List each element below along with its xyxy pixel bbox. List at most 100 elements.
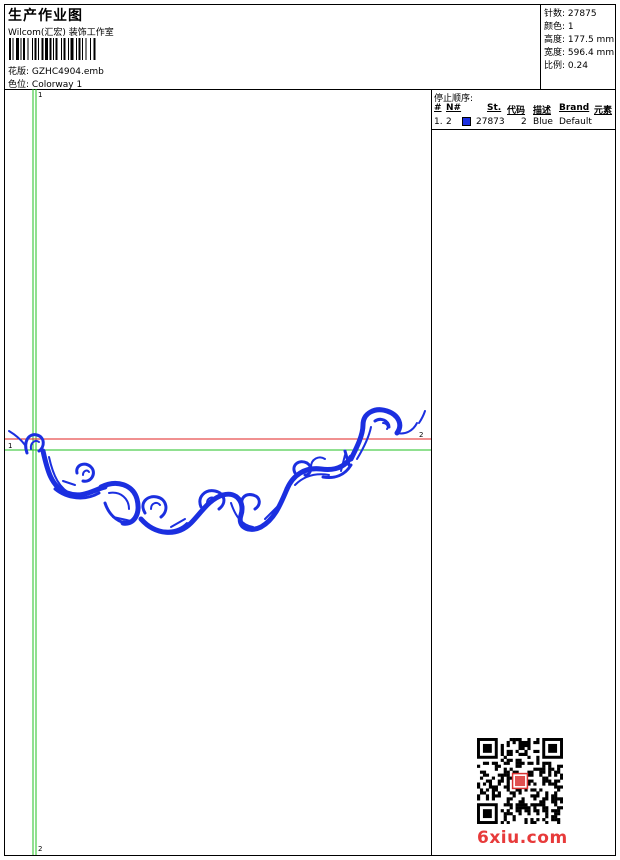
column-header-needle: N#	[446, 103, 462, 113]
axis-marker-right: 2	[419, 431, 424, 439]
qr-module	[500, 749, 504, 754]
qr-module	[554, 812, 558, 816]
qr-code	[477, 738, 563, 824]
qr-module	[548, 779, 552, 783]
qr-module	[542, 803, 546, 807]
row-code: 2	[521, 117, 527, 127]
stat-height: 高度: 177.5 mm	[544, 32, 614, 45]
qr-module	[477, 794, 481, 798]
qr-module	[488, 785, 493, 789]
qr-module	[500, 779, 504, 783]
qr-module	[518, 746, 522, 751]
qr-module	[560, 806, 563, 810]
qr-module	[518, 738, 522, 742]
qr-module	[548, 761, 552, 765]
qr-module	[521, 806, 525, 810]
qr-module	[506, 770, 510, 774]
qr-module	[551, 818, 555, 822]
qr-module	[542, 770, 546, 774]
qr-module	[521, 740, 525, 745]
qr-module	[542, 764, 546, 768]
qr-module	[527, 755, 531, 759]
qr-module	[503, 803, 507, 807]
qr-module	[554, 803, 558, 807]
qr-module	[521, 803, 525, 807]
qr-module	[536, 755, 540, 759]
embroidery-drawing	[5, 89, 431, 855]
qr-module	[536, 761, 540, 765]
qr-module	[557, 809, 561, 813]
qr-module	[539, 773, 543, 777]
qr-module	[533, 809, 537, 813]
qr-module	[542, 800, 546, 804]
qr-module	[503, 761, 507, 765]
qr-module	[512, 791, 516, 795]
qr-module	[509, 749, 513, 754]
qr-module	[518, 803, 522, 807]
qr-module	[548, 764, 552, 768]
row-description: Blue	[533, 117, 553, 127]
qr-module	[515, 806, 519, 810]
qr-module	[521, 746, 525, 751]
qr-module	[506, 779, 510, 783]
color-swatch	[462, 117, 471, 126]
qr-module	[503, 812, 507, 816]
qr-module	[482, 770, 487, 774]
qr-module	[554, 791, 558, 795]
design-file-line: 花版: GZHC4904.emb	[8, 64, 104, 77]
column-header-stitches: St.	[487, 103, 502, 113]
qr-module	[557, 806, 561, 810]
stat-value: 0.24	[567, 61, 588, 71]
qr-module	[515, 761, 519, 765]
stat-colors: 颜色: 1	[544, 19, 574, 32]
qr-module	[482, 773, 487, 777]
qr-module	[560, 797, 563, 801]
qr-module	[536, 740, 540, 745]
qr-module	[506, 812, 510, 816]
qr-module	[533, 803, 537, 807]
row-brand: Default	[559, 117, 592, 127]
qr-module	[533, 794, 537, 798]
qr-module	[497, 794, 501, 798]
qr-module	[509, 738, 513, 742]
qr-module	[542, 779, 546, 783]
qr-module	[512, 815, 516, 819]
qr-module	[506, 776, 510, 780]
barcode-bar	[63, 38, 66, 60]
qr-module	[557, 821, 561, 824]
qr-module	[497, 764, 501, 768]
qr-module	[491, 776, 495, 780]
qr-module	[479, 788, 484, 792]
qr-module	[521, 797, 525, 801]
qr-module	[530, 779, 534, 783]
qr-module	[527, 761, 531, 765]
qr-module	[503, 770, 507, 774]
qr-module	[506, 785, 510, 789]
qr-module	[524, 752, 528, 756]
embroidery-wave-motif	[8, 407, 426, 535]
stat-value: 27875	[567, 9, 597, 19]
qr-module	[536, 767, 540, 771]
qr-module	[530, 794, 534, 798]
qr-module	[515, 764, 519, 768]
qr-module	[518, 743, 522, 748]
barcode-bar	[53, 38, 54, 60]
qr-module	[518, 806, 522, 810]
qr-module	[539, 788, 543, 792]
column-header-code: 代码	[507, 106, 526, 116]
qr-module	[477, 764, 481, 768]
qr-module	[551, 782, 555, 786]
qr-module	[485, 788, 490, 792]
qr-module	[497, 782, 501, 786]
qr-module	[485, 761, 490, 765]
qr-module	[536, 812, 540, 816]
barcode-bar	[85, 38, 87, 60]
qr-module	[512, 738, 516, 742]
qr-module	[530, 770, 534, 774]
qr-module	[554, 794, 558, 798]
qr-module	[533, 821, 537, 824]
qr-module	[542, 782, 546, 786]
qr-module	[557, 788, 561, 792]
qr-module	[554, 782, 558, 786]
design-canvas: 1 2 1 2	[5, 89, 432, 855]
